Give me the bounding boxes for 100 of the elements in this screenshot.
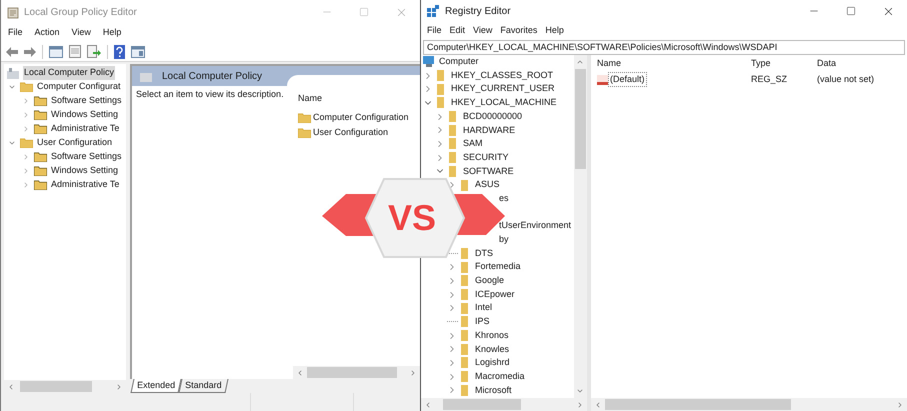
expand-icon[interactable] [22, 181, 30, 189]
menu-item[interactable]: Favorites [500, 24, 538, 38]
menu-item[interactable]: File [8, 26, 23, 40]
tree-item[interactable]: HKEY_CLASSES_ROOT [451, 68, 554, 82]
export-icon[interactable] [87, 45, 101, 58]
scrollbar-thumb[interactable] [575, 69, 586, 169]
vertical-scrollbar[interactable] [574, 55, 587, 398]
tree-item[interactable]: Windows Setting [50, 164, 120, 178]
address-bar[interactable]: Computer\HKEY_LOCAL_MACHINE\SOFTWARE\Policies\Microsoft\Windows\WSDAPI [423, 40, 905, 55]
menu-item[interactable]: View [473, 24, 492, 38]
collapse-icon[interactable] [8, 83, 16, 91]
scroll-left-icon[interactable] [424, 401, 432, 409]
tree-item[interactable]: Fortemedia [475, 260, 521, 274]
policy-icon [6, 67, 20, 79]
value-name[interactable]: (Default) [608, 72, 647, 88]
tree-item[interactable]: HARDWARE [463, 124, 516, 138]
menu-item[interactable]: File [427, 24, 442, 38]
tree-item[interactable]: SOFTWARE [463, 164, 514, 178]
tree-item[interactable]: es [499, 192, 509, 206]
scrollbar-thumb[interactable] [605, 399, 791, 410]
tree-item[interactable]: tUserEnvironment [499, 219, 572, 233]
tree-item[interactable]: Macromedia [475, 370, 525, 384]
expand-icon[interactable] [22, 125, 30, 133]
scroll-right-icon[interactable] [115, 383, 123, 391]
column-header[interactable]: Name [298, 92, 322, 110]
list-item[interactable]: User Configuration [313, 126, 388, 140]
view-tab[interactable]: Standard [178, 379, 228, 393]
console-tree-icon[interactable] [49, 46, 63, 58]
tree-item[interactable]: Logishrd [475, 356, 510, 370]
scroll-left-icon[interactable] [7, 383, 15, 391]
window-title: Local Group Policy Editor [24, 6, 137, 20]
forward-icon[interactable] [24, 46, 36, 56]
menu-item[interactable]: Help [545, 24, 564, 38]
tree-item[interactable]: SECURITY [463, 150, 509, 164]
tree-item[interactable]: Knowles [475, 342, 510, 356]
tree-item[interactable]: by [499, 233, 509, 247]
scroll-up-icon[interactable] [576, 58, 584, 66]
column-header[interactable]: Data [817, 56, 836, 70]
menu-item[interactable]: Edit [450, 24, 466, 38]
scrollbar-thumb[interactable] [307, 367, 397, 378]
expand-icon[interactable] [22, 97, 30, 105]
scrollbar-thumb[interactable] [20, 381, 92, 392]
back-icon[interactable] [6, 46, 18, 56]
menu-item[interactable]: View [72, 26, 91, 40]
tree-item[interactable]: BCD00000000 [463, 110, 522, 124]
expand-icon[interactable] [22, 111, 30, 119]
tree-item[interactable]: Administrative Te [50, 122, 120, 136]
tree-item[interactable]: SAM [463, 137, 483, 151]
folder-icon [34, 124, 47, 134]
tree-item[interactable]: Microsoft [475, 384, 512, 398]
folder-icon [461, 180, 468, 191]
horizontal-scrollbar[interactable] [591, 398, 907, 411]
tree-item[interactable]: Windows Setting [50, 108, 120, 122]
horizontal-scrollbar[interactable] [293, 366, 420, 379]
maximize-icon[interactable] [846, 6, 856, 16]
tree-item[interactable]: Software Settings [50, 94, 123, 108]
collapse-icon[interactable] [8, 139, 16, 147]
help-icon[interactable] [114, 44, 125, 58]
menu-item[interactable]: Action [34, 26, 60, 40]
tree-item[interactable]: Khronos [475, 328, 509, 342]
window-title: Registry Editor [445, 4, 511, 18]
document-icon[interactable] [69, 45, 81, 58]
scroll-left-icon[interactable] [594, 401, 602, 409]
horizontal-scrollbar[interactable] [4, 380, 126, 393]
tree-item[interactable]: HKEY_CURRENT_USER [451, 82, 555, 96]
horizontal-scrollbar[interactable] [421, 398, 587, 411]
tree-item[interactable]: Google [475, 274, 504, 288]
description-text: Select an item to view its description. [135, 88, 285, 101]
scroll-down-icon[interactable] [576, 387, 584, 395]
tree-item[interactable]: User Configuration [36, 136, 114, 150]
expand-icon[interactable] [22, 153, 30, 161]
string-value-icon [597, 74, 608, 84]
menu-item[interactable]: Help [102, 26, 122, 40]
table-cell-text: REG_SZ [751, 72, 788, 86]
scroll-right-icon[interactable] [896, 401, 904, 409]
tree-item[interactable]: HKEY_LOCAL_MACHINE [451, 96, 557, 110]
tree-item[interactable]: Computer [439, 55, 479, 69]
folder-icon [34, 110, 47, 120]
tree-item[interactable]: ICEpower [475, 288, 515, 302]
column-header[interactable]: Name [597, 56, 751, 70]
expand-icon[interactable] [22, 167, 30, 175]
tree-item[interactable]: Software Settings [50, 150, 123, 164]
tree-item[interactable]: Intel [475, 301, 492, 315]
scroll-right-icon[interactable] [576, 401, 584, 409]
tree-item[interactable]: Local Computer Policy [23, 66, 116, 80]
properties-icon[interactable] [131, 46, 145, 58]
scroll-left-icon[interactable] [296, 369, 304, 377]
view-tab[interactable]: Extended [130, 379, 182, 393]
tree-item[interactable]: ASUS [475, 178, 500, 192]
column-header[interactable]: Type [751, 56, 817, 70]
tree-item[interactable]: DTS [475, 246, 493, 260]
tree-item[interactable]: IPS [475, 315, 490, 329]
list-item[interactable]: Computer Configuration [313, 110, 409, 124]
scrollbar-thumb[interactable] [443, 399, 521, 410]
folder-icon [20, 82, 33, 92]
tree-item[interactable]: Computer Configurat [36, 80, 122, 94]
scroll-right-icon[interactable] [409, 369, 417, 377]
tree-item[interactable]: Administrative Te [50, 178, 120, 192]
folder-icon [461, 371, 468, 382]
versus-label: VS [388, 196, 436, 240]
